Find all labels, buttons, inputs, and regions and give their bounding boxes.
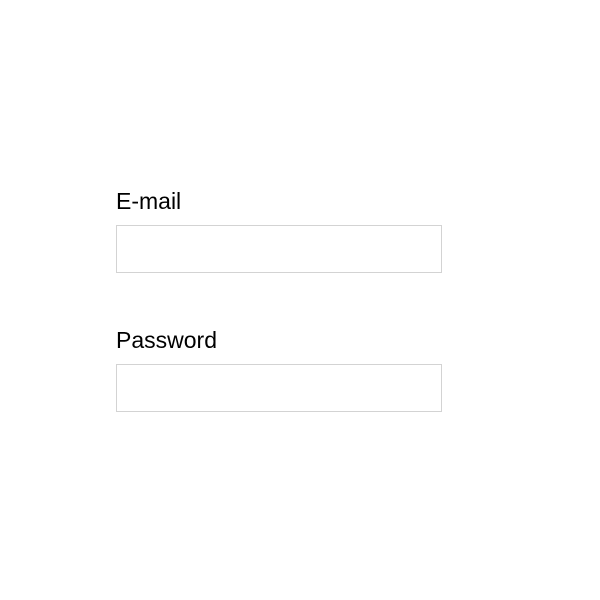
email-input[interactable] <box>116 225 442 273</box>
password-input[interactable] <box>116 364 442 412</box>
password-label: Password <box>116 327 442 354</box>
email-label: E-mail <box>116 188 442 215</box>
password-field-group: Password <box>116 327 442 412</box>
email-field-group: E-mail <box>116 188 442 273</box>
login-form: E-mail Password <box>116 188 442 466</box>
